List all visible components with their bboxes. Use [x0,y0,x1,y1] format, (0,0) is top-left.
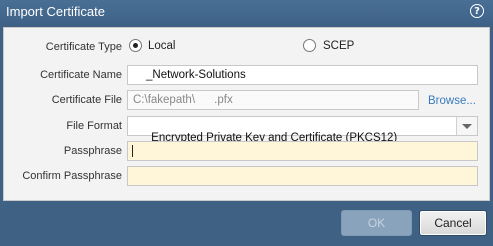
certificate-file-input[interactable]: C:\fakepath\ .pfx [127,90,419,110]
certificate-name-input[interactable]: _Network-Solutions [127,65,478,85]
passphrase-input[interactable] [127,141,478,161]
scep-radio-label[interactable]: SCEP [323,40,354,52]
passphrase-label: Passphrase [63,145,122,157]
local-radio[interactable] [129,39,142,52]
local-radio-label[interactable]: Local [148,40,176,52]
import-certificate-dialog: Import Certificate ? Certificate Type Lo… [0,0,493,246]
certificate-type-label: Certificate Type [45,41,122,53]
dialog-title: Import Certificate [6,4,105,19]
browse-link[interactable]: Browse... [428,95,476,107]
certificate-file-label: Certificate File [51,94,122,106]
file-format-label: File Format [66,120,122,132]
dialog-body: Certificate Type Local SCEP Certificate … [3,27,490,201]
ok-button[interactable]: OK [341,210,412,236]
help-icon[interactable]: ? [470,4,484,18]
confirm-passphrase-label: Confirm Passphrase [22,170,122,182]
chevron-down-icon[interactable] [456,117,477,135]
certificate-name-label: Certificate Name [40,69,122,81]
confirm-passphrase-input[interactable] [127,166,478,186]
cancel-button[interactable]: Cancel [419,210,487,236]
text-cursor [132,145,133,157]
scep-radio[interactable] [303,39,316,52]
dialog-titlebar: Import Certificate ? [0,0,493,24]
file-format-select[interactable]: Encrypted Private Key and Certificate (P… [127,116,478,144]
